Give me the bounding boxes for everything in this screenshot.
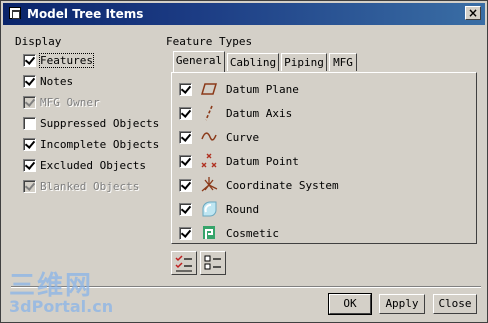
- curve-icon: [201, 132, 217, 141]
- feature-item-coordinate-system[interactable]: Coordinate System: [179, 176, 339, 194]
- cosmetic-checkbox[interactable]: [179, 226, 192, 240]
- watermark: 三维网 3dPortal.cn: [9, 273, 113, 315]
- curve-label: Curve: [226, 130, 260, 144]
- close-window-button[interactable]: ×: [465, 6, 481, 20]
- model-tree-items-dialog: Model Tree Items × Display Features Note…: [0, 0, 488, 323]
- coordinate-system-checkbox[interactable]: [179, 178, 192, 192]
- ok-button[interactable]: OK: [328, 293, 372, 315]
- window-icon: [9, 7, 21, 19]
- features-checkbox[interactable]: [23, 53, 36, 67]
- datum-plane-checkbox[interactable]: [179, 82, 192, 96]
- feature-item-cosmetic[interactable]: Cosmetic: [179, 224, 279, 242]
- select-all-icon: [175, 255, 192, 272]
- feature-item-curve[interactable]: Curve: [179, 128, 259, 146]
- watermark-domain: 3dPortal.cn: [9, 297, 114, 316]
- feature-item-datum-plane[interactable]: Datum Plane: [179, 80, 299, 98]
- display-item-notes[interactable]: Notes: [23, 73, 73, 89]
- coordinate-system-icon: [201, 177, 218, 192]
- display-item-incomplete-objects[interactable]: Incomplete Objects: [23, 136, 159, 152]
- close-button[interactable]: Close: [433, 294, 477, 314]
- display-label: Display: [15, 35, 62, 48]
- datum-axis-label: Datum Axis: [226, 106, 293, 120]
- feature-item-round[interactable]: Round: [179, 200, 259, 218]
- incomplete-objects-checkbox[interactable]: [23, 137, 36, 151]
- tab-general[interactable]: General: [173, 51, 225, 72]
- coordinate-system-label: Coordinate System: [226, 178, 339, 192]
- feature-item-datum-axis[interactable]: Datum Axis: [179, 104, 292, 122]
- datum-point-checkbox[interactable]: [179, 154, 192, 168]
- title-bar[interactable]: Model Tree Items ×: [3, 3, 485, 25]
- display-item-blanked-objects: Blanked Objects: [23, 178, 139, 194]
- display-item-suppressed-objects[interactable]: Suppressed Objects: [23, 115, 159, 131]
- curve-checkbox[interactable]: [179, 130, 192, 144]
- blanked-objects-checkbox: [23, 179, 36, 193]
- cosmetic-icon: [203, 226, 215, 239]
- excluded-objects-label: Excluded Objects: [40, 158, 146, 172]
- feature-item-datum-point[interactable]: Datum Point: [179, 152, 299, 170]
- select-all-button[interactable]: [171, 251, 197, 275]
- features-label: Features: [39, 52, 94, 68]
- display-item-features[interactable]: Features: [23, 52, 94, 68]
- tab-piping[interactable]: Piping: [281, 53, 327, 71]
- notes-label: Notes: [40, 74, 74, 88]
- datum-point-label: Datum Point: [226, 154, 299, 168]
- mfg-owner-label: MFG Owner: [40, 95, 100, 109]
- round-checkbox[interactable]: [179, 202, 192, 216]
- datum-axis-icon: [205, 105, 213, 121]
- notes-checkbox[interactable]: [23, 74, 36, 88]
- round-icon: [202, 201, 217, 217]
- suppressed-objects-label: Suppressed Objects: [40, 116, 160, 130]
- display-item-excluded-objects[interactable]: Excluded Objects: [23, 157, 146, 173]
- datum-plane-label: Datum Plane: [226, 82, 299, 96]
- mfg-owner-checkbox: [23, 95, 36, 109]
- clear-all-button[interactable]: [200, 251, 226, 275]
- round-label: Round: [226, 202, 260, 216]
- incomplete-objects-label: Incomplete Objects: [40, 137, 160, 151]
- blanked-objects-label: Blanked Objects: [40, 179, 140, 193]
- clear-all-icon: [204, 255, 221, 270]
- feature-types-label: Feature Types: [166, 35, 253, 48]
- tab-cabling[interactable]: Cabling: [227, 53, 279, 71]
- display-item-mfg-owner: MFG Owner: [23, 94, 100, 110]
- tab-mfg[interactable]: MFG: [329, 53, 357, 71]
- apply-button[interactable]: Apply: [379, 294, 425, 314]
- window-title: Model Tree Items: [27, 7, 144, 21]
- cosmetic-label: Cosmetic: [226, 226, 279, 240]
- datum-axis-checkbox[interactable]: [179, 106, 192, 120]
- datum-point-icon: [201, 153, 217, 168]
- suppressed-objects-checkbox[interactable]: [23, 116, 36, 130]
- datum-plane-icon: [200, 83, 218, 95]
- excluded-objects-checkbox[interactable]: [23, 158, 36, 172]
- watermark-chinese: 三维网: [9, 271, 94, 301]
